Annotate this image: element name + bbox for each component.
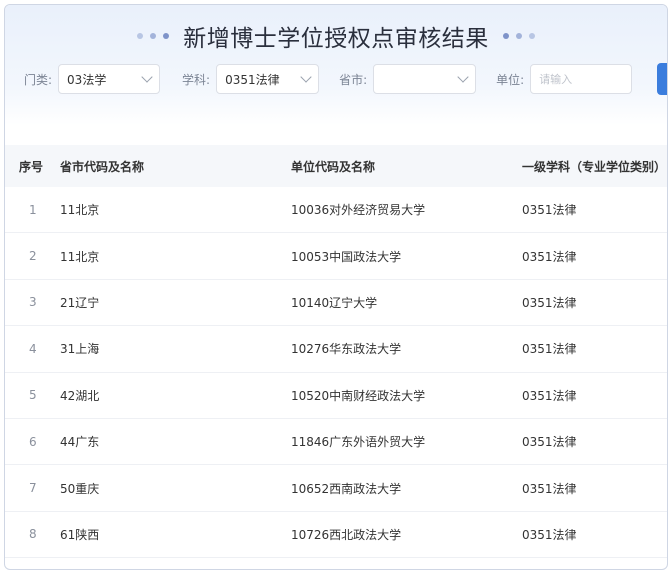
- cell-index: 6: [29, 434, 37, 449]
- header-subject: 一级学科（专业学位类别）: [522, 159, 667, 174]
- table-row: 4 31上海 10276华东政法大学 0351法律: [5, 326, 667, 373]
- cell-index: 7: [29, 481, 37, 496]
- header-index: 序号: [19, 159, 44, 174]
- cell-unit: 11846广东外语外贸大学: [291, 435, 426, 450]
- subject-select-value: 0351法律: [225, 72, 280, 87]
- category-label: 门类:: [24, 72, 53, 87]
- table-header: 序号 省市代码及名称 单位代码及名称 一级学科（专业学位类别）: [5, 145, 667, 187]
- unit-input[interactable]: [530, 64, 633, 94]
- table-row: 2 11北京 10053中国政法大学 0351法律: [5, 233, 667, 280]
- page-frame: 新增博士学位授权点审核结果 门类: 03法学 学科: 0351法律 省市: 单位…: [4, 4, 668, 570]
- cell-province: 61陕西: [60, 527, 100, 542]
- header-unit: 单位代码及名称: [291, 159, 376, 174]
- table-row: 8 61陕西 10726西北政法大学 0351法律: [5, 512, 667, 559]
- cell-province: 11北京: [60, 203, 100, 218]
- cell-unit: 10053中国政法大学: [291, 249, 402, 264]
- cell-unit: 10520中南财经政法大学: [291, 388, 426, 403]
- table-row: 1 11北京 10036对外经济贸易大学 0351法律: [5, 187, 667, 234]
- cell-subject: 0351法律: [522, 435, 577, 450]
- table-body: 1 11北京 10036对外经济贸易大学 0351法律 2 11北京 10053…: [5, 187, 667, 559]
- chevron-down-icon: [300, 71, 312, 83]
- cell-subject: 0351法律: [522, 249, 577, 264]
- title-row: 新增博士学位授权点审核结果: [5, 19, 667, 53]
- cell-province: 11北京: [60, 249, 100, 264]
- table-row: 5 42湖北 10520中南财经政法大学 0351法律: [5, 373, 667, 419]
- cell-subject: 0351法律: [522, 481, 577, 496]
- decorative-dots-right: [502, 33, 535, 39]
- cell-province: 31上海: [60, 342, 100, 357]
- cell-subject: 0351法律: [522, 295, 577, 310]
- header-province: 省市代码及名称: [60, 159, 145, 174]
- dot-icon: [163, 33, 170, 39]
- cell-subject: 0351法律: [522, 388, 577, 403]
- table-row: 7 50重庆 10652西南政法大学 0351法律: [5, 465, 667, 512]
- cell-unit: 10276华东政法大学: [291, 342, 402, 357]
- dot-icon: [515, 33, 522, 39]
- cell-index: 4: [29, 341, 37, 356]
- province-select[interactable]: [373, 64, 477, 94]
- subject-select[interactable]: 0351法律: [216, 64, 320, 94]
- unit-label: 单位:: [496, 72, 525, 87]
- cell-province: 42湖北: [60, 388, 100, 403]
- cell-index: 8: [29, 527, 37, 542]
- subject-label: 学科:: [182, 72, 211, 87]
- category-select[interactable]: 03法学: [58, 64, 161, 94]
- cell-unit: 10652西南政法大学: [291, 481, 402, 496]
- province-label: 省市:: [339, 72, 368, 87]
- cell-index: 3: [29, 295, 37, 310]
- cell-subject: 0351法律: [522, 527, 577, 542]
- table-row: 6 44广东 11846广东外语外贸大学 0351法律: [5, 419, 667, 466]
- cell-unit: 10036对外经济贸易大学: [291, 203, 426, 218]
- dot-icon: [150, 33, 157, 39]
- cell-index: 2: [29, 249, 37, 264]
- cell-subject: 0351法律: [522, 342, 577, 357]
- cell-province: 21辽宁: [60, 295, 100, 310]
- search-button[interactable]: [657, 63, 667, 95]
- cell-unit: 10140辽宁大学: [291, 295, 378, 310]
- cell-index: 1: [29, 202, 37, 217]
- chevron-down-icon: [141, 71, 153, 83]
- decorative-dots-left: [137, 33, 170, 39]
- filter-bar: 门类: 03法学 学科: 0351法律 省市: 单位:: [24, 63, 667, 95]
- category-select-value: 03法学: [67, 72, 107, 87]
- dot-icon: [528, 33, 535, 39]
- header-area: 新增博士学位授权点审核结果 门类: 03法学 学科: 0351法律 省市: 单位…: [5, 5, 667, 125]
- cell-subject: 0351法律: [522, 203, 577, 218]
- dot-icon: [502, 33, 509, 39]
- cell-province: 44广东: [60, 435, 100, 450]
- cell-index: 5: [29, 388, 37, 403]
- cell-province: 50重庆: [60, 481, 100, 496]
- cell-unit: 10726西北政法大学: [291, 527, 402, 542]
- table-row: 3 21辽宁 10140辽宁大学 0351法律: [5, 280, 667, 327]
- dot-icon: [137, 33, 144, 39]
- chevron-down-icon: [457, 71, 469, 83]
- page-title: 新增博士学位授权点审核结果: [183, 26, 489, 52]
